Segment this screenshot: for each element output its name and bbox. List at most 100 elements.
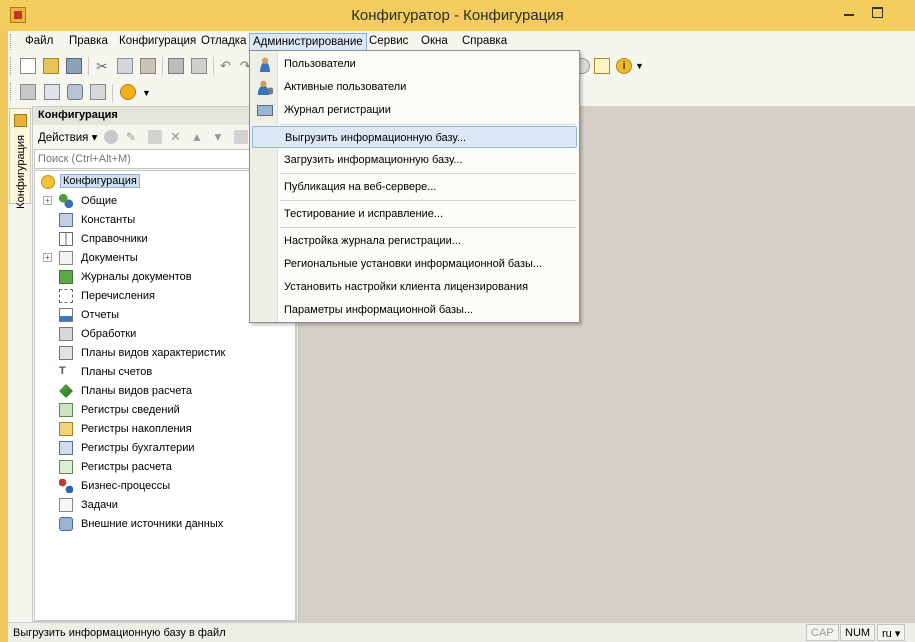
- caps-indicator: CAP: [806, 624, 839, 641]
- expand-icon[interactable]: +: [43, 253, 52, 262]
- tree-item-documents[interactable]: + Документы: [35, 249, 235, 268]
- catalogs-icon: [59, 232, 73, 246]
- copy-item-icon[interactable]: [148, 130, 162, 144]
- administration-menu: Пользователи Активные пользователи Журна…: [249, 50, 580, 323]
- tree-item-enumerations[interactable]: Перечисления: [35, 287, 235, 306]
- menu-help[interactable]: Справка: [462, 35, 507, 47]
- compare-icon[interactable]: [44, 84, 60, 100]
- event-log-icon: [257, 105, 273, 116]
- menu-item-users[interactable]: Пользователи: [252, 53, 577, 75]
- cut-icon[interactable]: ✂: [94, 58, 110, 74]
- menu-item-import-infobase[interactable]: Загрузить информационную базу...: [252, 149, 577, 171]
- run-debug-icon[interactable]: [120, 84, 136, 100]
- window-title: Конфигуратор - Конфигурация: [351, 7, 564, 24]
- tasks-icon: [59, 498, 73, 512]
- tree-item-constants[interactable]: Константы: [35, 211, 235, 230]
- copy-icon[interactable]: [117, 58, 133, 74]
- save-icon[interactable]: [66, 58, 82, 74]
- info-icon[interactable]: i: [616, 58, 632, 74]
- tree-item-document-journals[interactable]: Журналы документов: [35, 268, 235, 287]
- minimize-button[interactable]: [840, 4, 858, 20]
- menu-debug[interactable]: Отладка: [201, 35, 246, 47]
- external-data-sources-icon: [59, 517, 73, 531]
- status-text: Выгрузить информационную базу в файл: [13, 627, 226, 639]
- actions-menu[interactable]: Действия ▾ ✎ ✕ ▲ ▼: [38, 129, 248, 144]
- user-icon: [257, 56, 273, 72]
- information-registers-icon: [59, 403, 73, 417]
- constants-icon: [59, 213, 73, 227]
- new-file-icon[interactable]: [20, 58, 36, 74]
- open-folder-icon[interactable]: [43, 58, 59, 74]
- accumulation-registers-icon: [59, 422, 73, 436]
- menu-edit[interactable]: Правка: [69, 35, 108, 47]
- title-bar: Конфигуратор - Конфигурация: [0, 0, 915, 31]
- tree-item-charts-of-accounts[interactable]: Т Планы счетов: [35, 363, 235, 382]
- expand-icon[interactable]: +: [43, 196, 52, 205]
- database-icon[interactable]: [67, 84, 83, 100]
- menu-item-test-and-repair[interactable]: Тестирование и исправление...: [252, 203, 577, 225]
- tree-item-tasks[interactable]: Задачи: [35, 496, 235, 515]
- calculation-registers-icon: [59, 460, 73, 474]
- list-icon[interactable]: [90, 84, 106, 100]
- status-bar: Выгрузить информационную базу в файл CAP…: [8, 622, 915, 642]
- tree-item-external-data-sources[interactable]: Внешние источники данных: [35, 515, 255, 534]
- configuration-root-icon: [41, 175, 55, 189]
- business-processes-icon: [59, 479, 73, 493]
- toolbar2-grip: [10, 83, 11, 101]
- characteristic-types-icon: [59, 346, 73, 360]
- menu-configuration[interactable]: Конфигурация: [119, 35, 196, 47]
- num-indicator: NUM: [840, 624, 876, 641]
- paste-icon[interactable]: [140, 58, 156, 74]
- tab-configuration-vertical[interactable]: Конфигурация: [9, 108, 31, 209]
- move-up-icon[interactable]: ▲: [191, 130, 205, 144]
- chevron-down-icon[interactable]: ▼: [142, 88, 158, 104]
- language-indicator[interactable]: ru ▾: [877, 624, 906, 641]
- tree-item-accounting-registers[interactable]: Регистры бухгалтерии: [35, 439, 235, 458]
- menu-windows[interactable]: Окна: [421, 35, 448, 47]
- tree-item-data-processors[interactable]: Обработки: [35, 325, 235, 344]
- menu-item-infobase-parameters[interactable]: Параметры информационной базы...: [252, 299, 577, 321]
- tree-item-catalogs[interactable]: Справочники: [35, 230, 235, 249]
- menu-file[interactable]: Файл: [25, 35, 53, 47]
- menu-service[interactable]: Сервис: [369, 35, 408, 47]
- menu-item-web-publishing[interactable]: Публикация на веб-сервере...: [252, 176, 577, 198]
- menubar-grip: [10, 34, 11, 50]
- reports-icon: [59, 308, 73, 322]
- add-icon[interactable]: [104, 130, 118, 144]
- move-down-icon[interactable]: ▼: [212, 130, 226, 144]
- toolbar-grip: [10, 57, 11, 75]
- print-preview-icon[interactable]: [191, 58, 207, 74]
- documents-icon: [59, 251, 73, 265]
- menu-item-license-client-settings[interactable]: Установить настройки клиента лицензирова…: [252, 276, 577, 298]
- tree-item-configuration[interactable]: Конфигурация: [35, 173, 235, 192]
- configuration-icon: [14, 114, 27, 127]
- tree-item-calculation-registers[interactable]: Регистры расчета: [35, 458, 235, 477]
- accounting-registers-icon: [59, 441, 73, 455]
- menu-item-active-users[interactable]: Активные пользователи: [252, 76, 577, 98]
- chevron-down-icon[interactable]: ▼: [635, 61, 651, 77]
- config-window-icon[interactable]: [20, 84, 36, 100]
- side-tab-label: Конфигурация: [15, 135, 27, 209]
- maximize-button[interactable]: [868, 4, 886, 20]
- print-icon[interactable]: [168, 58, 184, 74]
- menu-item-event-log-settings[interactable]: Настройка журнала регистрации...: [252, 230, 577, 252]
- tree-item-calculation-types[interactable]: Планы видов расчета: [35, 382, 235, 401]
- tree-item-business-processes[interactable]: Бизнес-процессы: [35, 477, 235, 496]
- undo-icon[interactable]: ↶: [220, 58, 236, 74]
- menu-item-event-log[interactable]: Журнал регистрации: [252, 99, 577, 121]
- menu-separator: [280, 173, 576, 174]
- tree-item-reports[interactable]: Отчеты: [35, 306, 235, 325]
- tree-item-information-registers[interactable]: Регистры сведений: [35, 401, 235, 420]
- sort-icon[interactable]: [234, 130, 248, 144]
- tree-item-accumulation-registers[interactable]: Регистры накопления: [35, 420, 235, 439]
- tree-item-characteristic-types[interactable]: Планы видов характеристик: [35, 344, 255, 363]
- menu-separator: [280, 124, 576, 125]
- menu-item-regional-settings[interactable]: Региональные установки информационной ба…: [252, 253, 577, 275]
- tree-item-common[interactable]: + Общие: [35, 192, 235, 211]
- menu-item-export-infobase[interactable]: Выгрузить информационную базу...: [252, 126, 577, 148]
- notes-icon[interactable]: [594, 58, 610, 74]
- edit-icon[interactable]: ✎: [126, 130, 140, 144]
- actions-label[interactable]: Действия ▾: [38, 132, 97, 144]
- delete-icon[interactable]: ✕: [170, 129, 184, 145]
- common-icon: [59, 194, 73, 208]
